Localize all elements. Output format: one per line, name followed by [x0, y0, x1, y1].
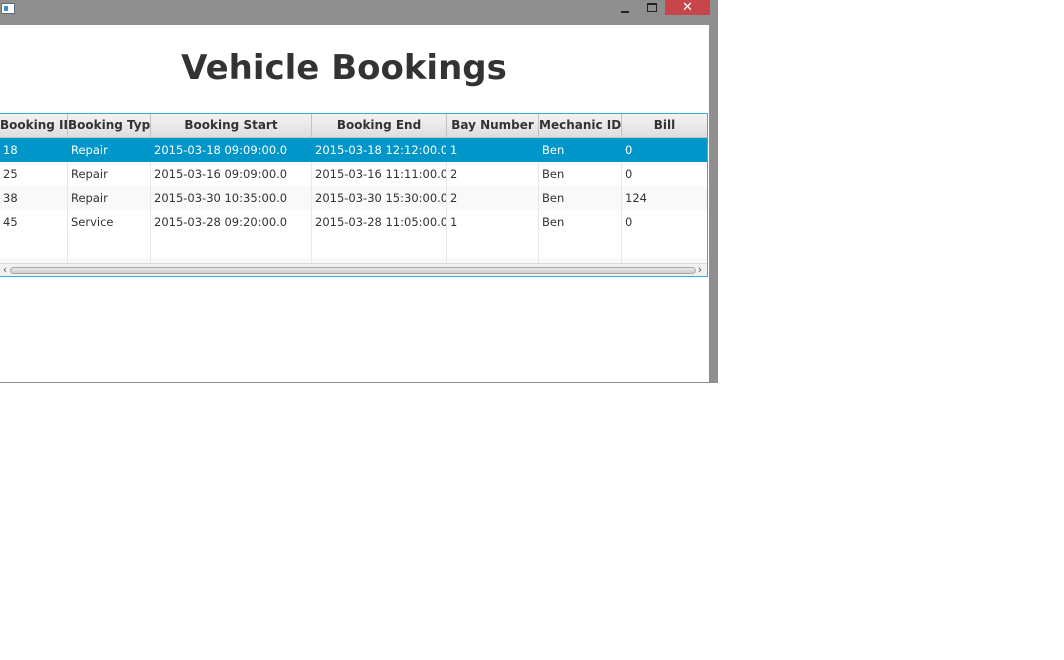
- cell-booking-start: 2015-03-28 09:20:00.0: [151, 210, 312, 234]
- empty-cell: [447, 234, 539, 258]
- empty-cell: [622, 234, 707, 258]
- app-window: ✕ Vehicle Bookings Booking ID Booking Ty…: [0, 0, 718, 383]
- cell-mechanic-id: Ben: [539, 186, 622, 210]
- cell-bay-number: 1: [447, 210, 539, 234]
- cell-booking-start: 2015-03-16 09:09:00.0: [151, 162, 312, 186]
- cell-booking-end: 2015-03-18 12:12:00.0: [312, 138, 447, 162]
- horizontal-scrollbar[interactable]: ‹ ›: [0, 263, 707, 276]
- cell-booking-end: 2015-03-30 15:30:00.0: [312, 186, 447, 210]
- title-bar[interactable]: ✕: [0, 0, 718, 25]
- cell-bill: 0: [625, 215, 633, 229]
- cell-booking-id: 38: [0, 186, 68, 210]
- bookings-table[interactable]: Booking ID Booking Type Booking Start Bo…: [0, 113, 708, 277]
- empty-cell: [312, 234, 447, 258]
- cell-booking-id: 25: [0, 162, 68, 186]
- close-icon: ✕: [682, 0, 693, 15]
- table-row[interactable]: 18 Repair 2015-03-18 09:09:00.0 2015-03-…: [0, 138, 707, 162]
- empty-cell: [0, 234, 68, 258]
- cell-bay-number: 2: [447, 186, 539, 210]
- column-header-booking-end[interactable]: Booking End: [312, 114, 447, 137]
- cell-booking-id: 45: [0, 210, 68, 234]
- empty-cell: [539, 234, 622, 258]
- scrollbar-thumb[interactable]: [10, 267, 696, 274]
- cell-bill: 0: [625, 167, 633, 181]
- column-header-booking-id[interactable]: Booking ID: [0, 114, 68, 137]
- cell-mechanic-id: Ben: [539, 138, 622, 162]
- column-header-bill[interactable]: Bill: [622, 114, 707, 137]
- empty-cell: [151, 234, 312, 258]
- column-header-bay-number[interactable]: Bay Number: [447, 114, 539, 137]
- cell-booking-end: 2015-03-28 11:05:00.0: [312, 210, 447, 234]
- cell-booking-start: 2015-03-18 09:09:00.0: [151, 138, 312, 162]
- window-content: Vehicle Bookings Booking ID Booking Type…: [0, 25, 709, 382]
- maximize-button[interactable]: [639, 0, 665, 15]
- column-header-mechanic-id[interactable]: Mechanic ID: [539, 114, 622, 137]
- column-header-booking-type[interactable]: Booking Type: [68, 114, 151, 137]
- cell-bill: 124: [625, 191, 647, 205]
- table-row[interactable]: 38 Repair 2015-03-30 10:35:00.0 2015-03-…: [0, 186, 707, 210]
- column-header-booking-start[interactable]: Booking Start: [151, 114, 312, 137]
- cell-booking-start: 2015-03-30 10:35:00.0: [151, 186, 312, 210]
- cell-booking-end: 2015-03-16 11:11:00.0: [312, 162, 447, 186]
- cell-bill: 0: [625, 143, 633, 157]
- page-title: Vehicle Bookings: [181, 48, 507, 88]
- table-header: Booking ID Booking Type Booking Start Bo…: [0, 114, 707, 138]
- app-icon[interactable]: [1, 3, 15, 14]
- minimize-button[interactable]: [611, 0, 639, 15]
- cell-booking-type: Repair: [68, 186, 151, 210]
- cell-mechanic-id: Ben: [539, 162, 622, 186]
- scroll-right-icon[interactable]: ›: [695, 264, 705, 276]
- scroll-left-icon[interactable]: ‹: [0, 264, 10, 276]
- cell-bay-number: 2: [447, 162, 539, 186]
- close-button[interactable]: ✕: [665, 0, 710, 15]
- table-row[interactable]: 45 Service 2015-03-28 09:20:00.0 2015-03…: [0, 210, 707, 234]
- cell-booking-type: Repair: [68, 138, 151, 162]
- cell-booking-id: 18: [0, 138, 68, 162]
- table-body: 18 Repair 2015-03-18 09:09:00.0 2015-03-…: [0, 138, 707, 270]
- cell-booking-type: Repair: [68, 162, 151, 186]
- cell-bay-number: 1: [447, 138, 539, 162]
- cell-mechanic-id: Ben: [539, 210, 622, 234]
- cell-booking-type: Service: [68, 210, 151, 234]
- empty-cell: [68, 234, 151, 258]
- table-row[interactable]: 25 Repair 2015-03-16 09:09:00.0 2015-03-…: [0, 162, 707, 186]
- empty-table-row: [0, 234, 707, 258]
